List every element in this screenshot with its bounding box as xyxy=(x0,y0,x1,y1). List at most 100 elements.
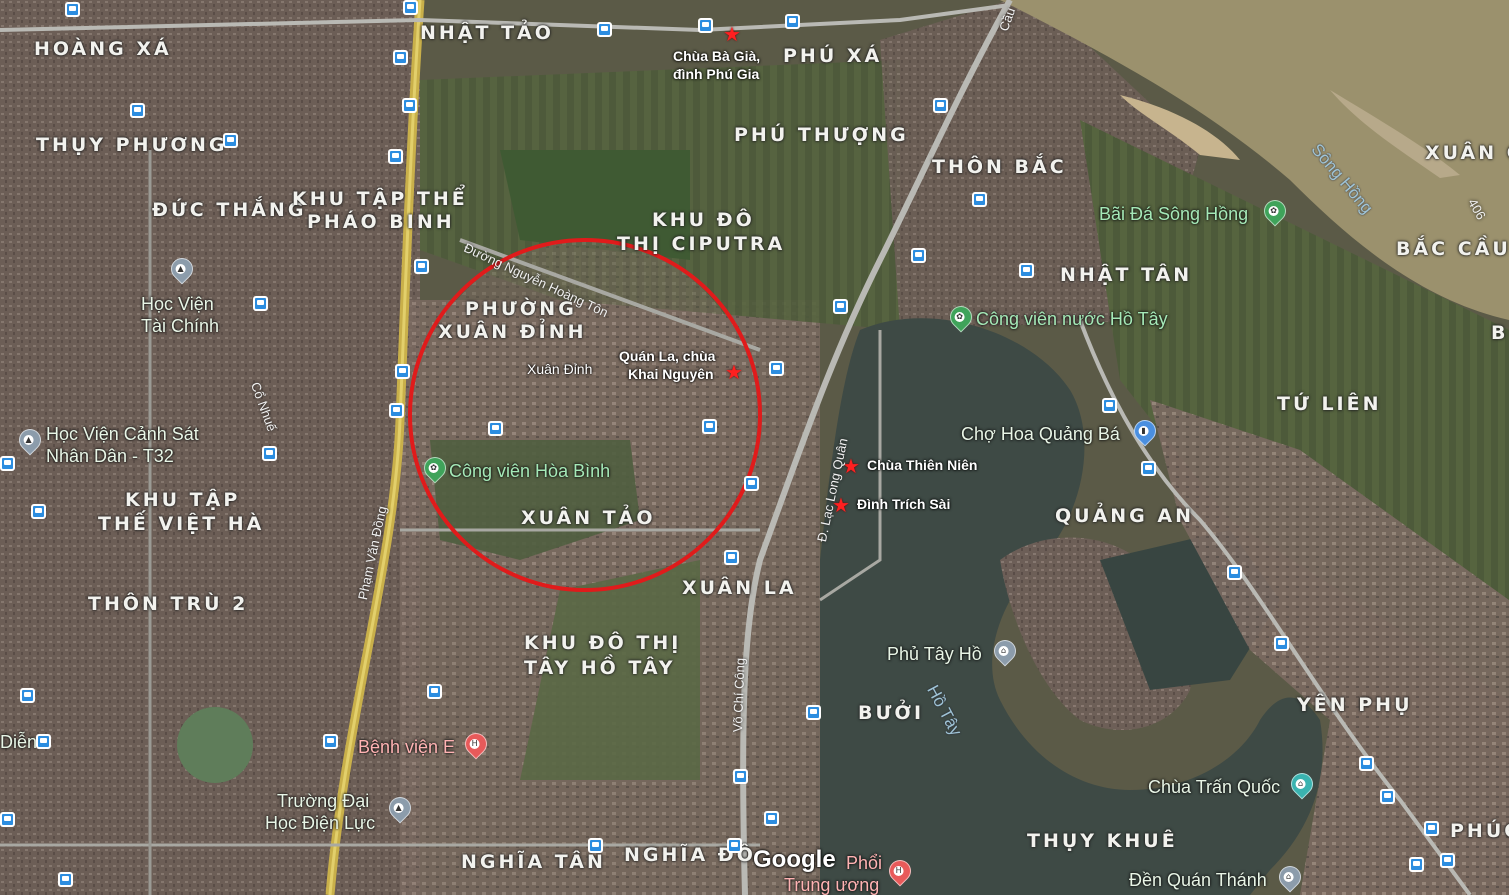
bus-stop-icon[interactable] xyxy=(764,811,779,826)
district-xuan-dinh-line1: PHƯỜNG xyxy=(465,298,577,320)
bus-stop-icon[interactable] xyxy=(1359,756,1374,771)
poi-bai-da-song-hong[interactable]: Bãi Đá Sông Hồng xyxy=(1099,204,1248,225)
bus-stop-icon[interactable] xyxy=(1380,789,1395,804)
district-ciputra-line2: THỊ CIPUTRA xyxy=(617,233,786,255)
annotation-chua-ba-gia-line2: đình Phú Gia xyxy=(673,66,760,82)
bus-stop-icon[interactable] xyxy=(1227,565,1242,580)
bus-stop-icon[interactable] xyxy=(323,734,338,749)
poi-cho-hoa-quang-ba[interactable]: Chợ Hoa Quảng Bá xyxy=(961,424,1120,445)
road-vo-chi-cong: Võ Chí Công xyxy=(730,657,748,733)
bus-stop-icon[interactable] xyxy=(389,403,404,418)
poi-cong-vien-hoa-binh[interactable]: Công viên Hòa Bình xyxy=(449,461,610,482)
bus-stop-icon[interactable] xyxy=(488,421,503,436)
bus-stop-icon[interactable] xyxy=(0,812,15,827)
bus-stop-icon[interactable] xyxy=(402,98,417,113)
poi-hoc-vien-csnd-line1[interactable]: Học Viện Cảnh Sát xyxy=(46,424,199,445)
poi-dh-dien-luc-line2[interactable]: Học Điện Lực xyxy=(265,813,375,834)
poi-cong-vien-nuoc[interactable]: Công viên nước Hồ Tây xyxy=(976,309,1168,330)
annotation-chua-ba-gia-line1: Chùa Bà Già, xyxy=(673,48,761,64)
poi-benh-vien-e[interactable]: Bệnh viện E xyxy=(358,737,455,758)
annotation-quan-la-line1: Quán La, chùa xyxy=(619,348,716,364)
district-thuy-phuong: THỤY PHƯƠNG xyxy=(36,134,228,156)
bus-stop-icon[interactable] xyxy=(65,2,80,17)
bus-stop-icon[interactable] xyxy=(744,476,759,491)
poi-dh-dien-luc-line1[interactable]: Trường Đại xyxy=(277,791,369,812)
bus-stop-icon[interactable] xyxy=(403,0,418,15)
annotation-dinh-trich-sai: Đình Trích Sài xyxy=(857,496,951,512)
district-ktt-viet-ha-line1: KHU TẬP xyxy=(125,489,241,511)
bus-stop-icon[interactable] xyxy=(724,550,739,565)
bus-stop-icon[interactable] xyxy=(597,22,612,37)
bus-stop-icon[interactable] xyxy=(911,248,926,263)
district-quang-an: QUẢNG AN xyxy=(1055,505,1195,527)
district-phu-thuong: PHÚ THƯỢNG xyxy=(734,124,909,146)
bus-stop-icon[interactable] xyxy=(31,504,46,519)
bus-stop-icon[interactable] xyxy=(698,18,713,33)
bus-stop-icon[interactable] xyxy=(588,838,603,853)
bus-stop-icon[interactable] xyxy=(972,192,987,207)
district-yen-phu: YÊN PHỤ xyxy=(1297,694,1413,716)
poi-den-quan-thanh[interactable]: Đền Quán Thánh xyxy=(1129,870,1267,891)
bus-stop-icon[interactable] xyxy=(388,149,403,164)
poi-hoc-vien-tai-chinh-line1[interactable]: Học Viện xyxy=(141,294,214,315)
district-buoi: BƯỞI xyxy=(858,702,925,724)
district-xuan-tao: XUÂN TẢO xyxy=(521,507,656,529)
poi-hoc-vien-tai-chinh-line2[interactable]: Tài Chính xyxy=(141,316,219,337)
star-marker-icon[interactable]: ★ xyxy=(723,24,741,44)
district-thon-bac: THÔN BẮC xyxy=(932,156,1067,178)
district-ktt-viet-ha-line2: THẾ VIỆT HÀ xyxy=(98,513,265,535)
bus-stop-icon[interactable] xyxy=(393,50,408,65)
bus-stop-icon[interactable] xyxy=(58,872,73,887)
district-duc-thang: ĐỨC THẮNG xyxy=(152,199,307,221)
district-hoang-xa: HOÀNG XÁ xyxy=(34,38,172,60)
bus-stop-icon[interactable] xyxy=(414,259,429,274)
poi-phu-tay-ho[interactable]: Phủ Tây Hồ xyxy=(887,644,982,665)
star-marker-icon[interactable]: ★ xyxy=(725,362,743,382)
bus-stop-icon[interactable] xyxy=(1274,636,1289,651)
bus-stop-icon[interactable] xyxy=(702,419,717,434)
district-phuc: PHÚC xyxy=(1450,820,1509,842)
district-xuan-ca: XUÂN CA xyxy=(1425,142,1509,164)
district-tu-lien: TỨ LIÊN xyxy=(1277,393,1382,415)
district-nghia-tan: NGHĨA TÂN xyxy=(461,851,606,873)
bus-stop-icon[interactable] xyxy=(130,103,145,118)
bus-stop-icon[interactable] xyxy=(1019,263,1034,278)
poi-chua-tran-quoc[interactable]: Chùa Trấn Quốc xyxy=(1148,777,1280,798)
bus-stop-icon[interactable] xyxy=(733,769,748,784)
district-phu-xa: PHÚ XÁ xyxy=(783,45,883,67)
district-nhat-tao: NHẬT TẢO xyxy=(420,22,554,44)
bus-stop-icon[interactable] xyxy=(806,705,821,720)
bus-stop-icon[interactable] xyxy=(36,734,51,749)
poi-hoc-vien-csnd-line2[interactable]: Nhân Dân - T32 xyxy=(46,446,174,467)
bus-stop-icon[interactable] xyxy=(0,456,15,471)
bus-stop-icon[interactable] xyxy=(727,838,742,853)
bus-stop-icon[interactable] xyxy=(262,446,277,461)
bus-stop-icon[interactable] xyxy=(1102,398,1117,413)
annotation-chua-thien-nien: Chùa Thiên Niên xyxy=(867,457,978,473)
bus-stop-icon[interactable] xyxy=(769,361,784,376)
bus-stop-icon[interactable] xyxy=(253,296,268,311)
district-tay-ho-tay-line2: TÂY HỒ TÂY xyxy=(524,657,676,679)
district-ciputra-line1: KHU ĐÔ xyxy=(652,209,755,231)
bus-stop-icon[interactable] xyxy=(1141,461,1156,476)
district-nhat-tan: NHẬT TÂN xyxy=(1060,264,1193,286)
district-bac-cau: BẮC CẦU xyxy=(1396,238,1509,260)
annotation-xuan-dinh: Xuân Đỉnh xyxy=(527,361,593,377)
bus-stop-icon[interactable] xyxy=(1440,853,1455,868)
bus-stop-icon[interactable] xyxy=(833,299,848,314)
poi-phoi-tw-line1[interactable]: Phổi xyxy=(846,853,882,874)
poi-phoi-tw-line2[interactable]: Trung ương xyxy=(784,875,879,895)
poi-dien-edge[interactable]: Diễn xyxy=(0,732,37,753)
bus-stop-icon[interactable] xyxy=(1409,857,1424,872)
bus-stop-icon[interactable] xyxy=(427,684,442,699)
bus-stop-icon[interactable] xyxy=(1424,821,1439,836)
bus-stop-icon[interactable] xyxy=(223,133,238,148)
district-xuan-dinh-line2: XUÂN ĐỈNH xyxy=(438,321,587,343)
bus-stop-icon[interactable] xyxy=(785,14,800,29)
bus-stop-icon[interactable] xyxy=(395,364,410,379)
district-xuan-la: XUÂN LA xyxy=(682,577,797,599)
district-ktt-phao-binh-line2: PHÁO BINH xyxy=(307,211,455,233)
bus-stop-icon[interactable] xyxy=(20,688,35,703)
bus-stop-icon[interactable] xyxy=(933,98,948,113)
satellite-map[interactable]: HOÀNG XÁ NHẬT TẢO PHÚ XÁ THỤY PHƯƠNG PHÚ… xyxy=(0,0,1509,895)
